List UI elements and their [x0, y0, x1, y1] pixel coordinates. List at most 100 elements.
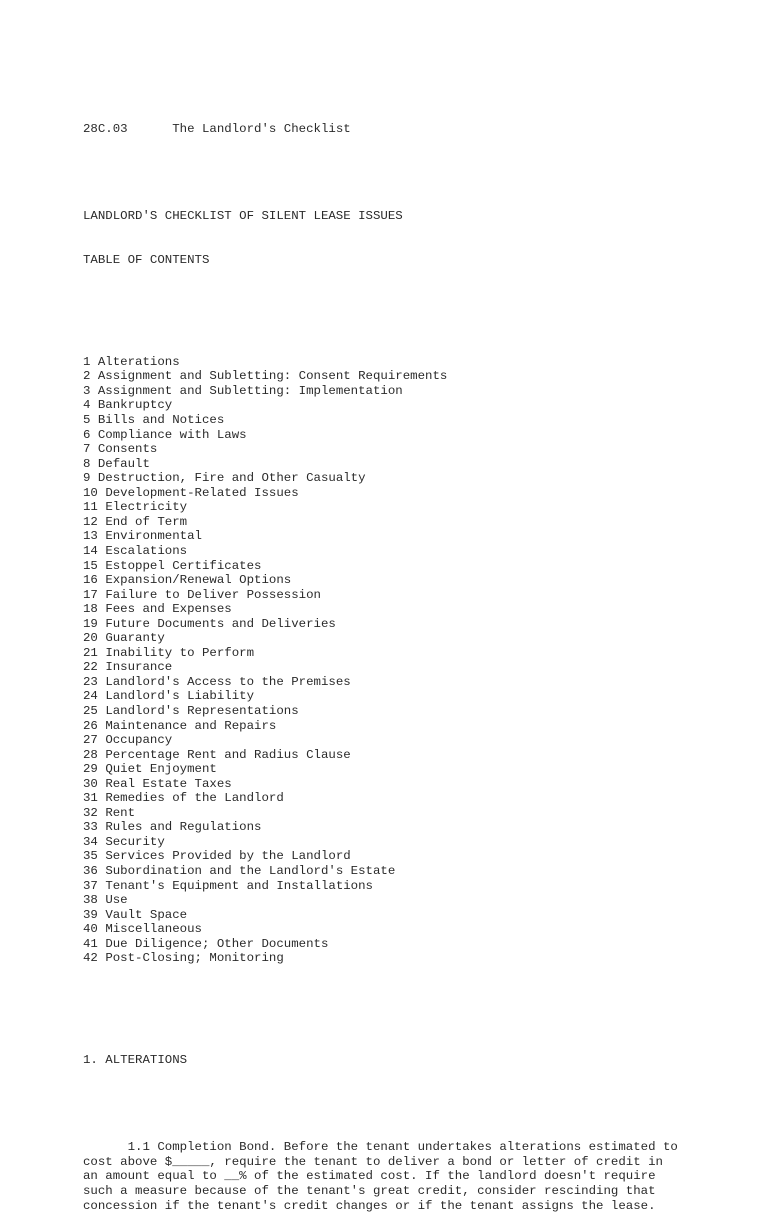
toc-item-number: 33: [83, 820, 98, 835]
toc-item: 12 End of Term: [83, 515, 723, 530]
toc-item: 39 Vault Space: [83, 908, 723, 923]
toc-item: 35 Services Provided by the Landlord: [83, 849, 723, 864]
toc-item-label: Landlord's Liability: [105, 689, 255, 704]
toc-item-number: 6: [83, 427, 91, 442]
toc-item-label: Failure to Deliver Possession: [105, 587, 321, 602]
toc-item: 37 Tenant's Equipment and Installations: [83, 879, 723, 894]
toc-item: 20 Guaranty: [83, 631, 723, 646]
toc-item-label: Miscellaneous: [105, 922, 202, 937]
toc-item-number: 28: [83, 747, 98, 762]
toc-item: 6 Compliance with Laws: [83, 428, 723, 443]
toc-item-label: Security: [105, 834, 165, 849]
toc-item-label: Compliance with Laws: [97, 427, 247, 442]
toc-item-number: 42: [83, 951, 98, 966]
toc-item-label: Destruction, Fire and Other Casualty: [97, 471, 366, 486]
toc-item-number: 22: [83, 660, 98, 675]
toc-item-number: 32: [83, 805, 98, 820]
toc-item-label: Escalations: [105, 543, 188, 558]
toc-item: 19 Future Documents and Deliveries: [83, 617, 723, 632]
toc-item: 34 Security: [83, 835, 723, 850]
paragraph-line: such a measure because of the tenant's g…: [83, 1184, 656, 1199]
toc-item-number: 19: [83, 616, 98, 631]
section-header: 28C.03 The Landlord's Checklist: [83, 122, 723, 137]
toc-item-number: 25: [83, 703, 98, 718]
toc-item-label: Post-Closing; Monitoring: [105, 951, 284, 966]
toc-item: 42 Post-Closing; Monitoring: [83, 951, 723, 966]
toc-item: 29 Quiet Enjoyment: [83, 762, 723, 777]
paragraph-completion-bond: 1.1 Completion Bond. Before the tenant u…: [83, 1140, 723, 1213]
toc-item: 25 Landlord's Representations: [83, 704, 723, 719]
toc-item-number: 24: [83, 689, 98, 704]
toc-item-number: 20: [83, 631, 98, 646]
toc-item-number: 13: [83, 529, 98, 544]
toc-heading: TABLE OF CONTENTS: [83, 253, 210, 268]
toc-item-label: Percentage Rent and Radius Clause: [105, 747, 351, 762]
toc-item-label: Electricity: [105, 500, 188, 515]
toc-item-label: Bills and Notices: [97, 413, 225, 428]
toc-item: 33 Rules and Regulations: [83, 820, 723, 835]
toc-item: 4 Bankruptcy: [83, 398, 723, 413]
toc-item-label: Future Documents and Deliveries: [105, 616, 336, 631]
toc-item-label: Subordination and the Landlord's Estate: [105, 863, 396, 878]
toc-item-number: 2: [83, 369, 91, 384]
toc-item: 28 Percentage Rent and Radius Clause: [83, 748, 723, 763]
toc-item: 17 Failure to Deliver Possession: [83, 588, 723, 603]
toc-item-number: 37: [83, 878, 98, 893]
toc-item-number: 36: [83, 863, 98, 878]
toc-item: 11 Electricity: [83, 500, 723, 515]
toc-item: 9 Destruction, Fire and Other Casualty: [83, 471, 723, 486]
toc-item-label: Occupancy: [105, 733, 173, 748]
toc-item-label: Due Diligence; Other Documents: [105, 936, 329, 951]
toc-item-label: Maintenance and Repairs: [105, 718, 277, 733]
toc-item: 40 Miscellaneous: [83, 922, 723, 937]
toc-item-number: 21: [83, 645, 98, 660]
table-of-contents: 1 Alterations 2 Assignment and Subletting…: [83, 355, 723, 966]
toc-item-label: Landlord's Access to the Premises: [105, 674, 351, 689]
toc-item: 30 Real Estate Taxes: [83, 777, 723, 792]
toc-item-label: Development-Related Issues: [105, 485, 299, 500]
toc-item: 15 Estoppel Certificates: [83, 559, 723, 574]
toc-item-number: 30: [83, 776, 98, 791]
toc-item-number: 14: [83, 543, 98, 558]
toc-item: 24 Landlord's Liability: [83, 689, 723, 704]
toc-item-label: Inability to Perform: [105, 645, 255, 660]
toc-item-number: 23: [83, 674, 98, 689]
toc-item-number: 26: [83, 718, 98, 733]
toc-item: 23 Landlord's Access to the Premises: [83, 675, 723, 690]
toc-item: 10 Development-Related Issues: [83, 486, 723, 501]
paragraph-line: 1.1 Completion Bond. Before the tenant u…: [83, 1140, 678, 1155]
toc-item-number: 18: [83, 602, 98, 617]
toc-item: 16 Expansion/Renewal Options: [83, 573, 723, 588]
toc-item-label: Quiet Enjoyment: [105, 762, 217, 777]
toc-item-label: Services Provided by the Landlord: [105, 849, 351, 864]
toc-item-number: 17: [83, 587, 98, 602]
toc-item-number: 9: [83, 471, 91, 486]
toc-item: 41 Due Diligence; Other Documents: [83, 937, 723, 952]
toc-item: 32 Rent: [83, 806, 723, 821]
toc-item-number: 11: [83, 500, 98, 515]
section-title: The Landlord's Checklist: [172, 122, 351, 137]
toc-item: 22 Insurance: [83, 660, 723, 675]
toc-item-label: End of Term: [105, 514, 188, 529]
section-heading-alterations: 1. ALTERATIONS: [83, 1053, 188, 1068]
toc-item-label: Estoppel Certificates: [105, 558, 262, 573]
toc-item: 7 Consents: [83, 442, 723, 457]
header-spacer: [128, 122, 173, 136]
toc-item-number: 3: [83, 383, 91, 398]
toc-item-number: 1: [83, 354, 91, 369]
toc-item: 26 Maintenance and Repairs: [83, 719, 723, 734]
toc-item-label: Landlord's Representations: [105, 703, 299, 718]
toc-item-label: Rules and Regulations: [105, 820, 262, 835]
toc-item-number: 34: [83, 834, 98, 849]
toc-item-label: Guaranty: [105, 631, 165, 646]
document-page: 28C.03 The Landlord's Checklist LANDLORD…: [83, 93, 723, 1228]
toc-item-label: Vault Space: [105, 907, 188, 922]
paragraph-line: an amount equal to __% of the estimated …: [83, 1169, 656, 1184]
toc-item: 31 Remedies of the Landlord: [83, 791, 723, 806]
toc-item-number: 7: [83, 442, 91, 457]
section-number: 28C.03: [83, 122, 128, 137]
toc-item-label: Remedies of the Landlord: [105, 791, 284, 806]
